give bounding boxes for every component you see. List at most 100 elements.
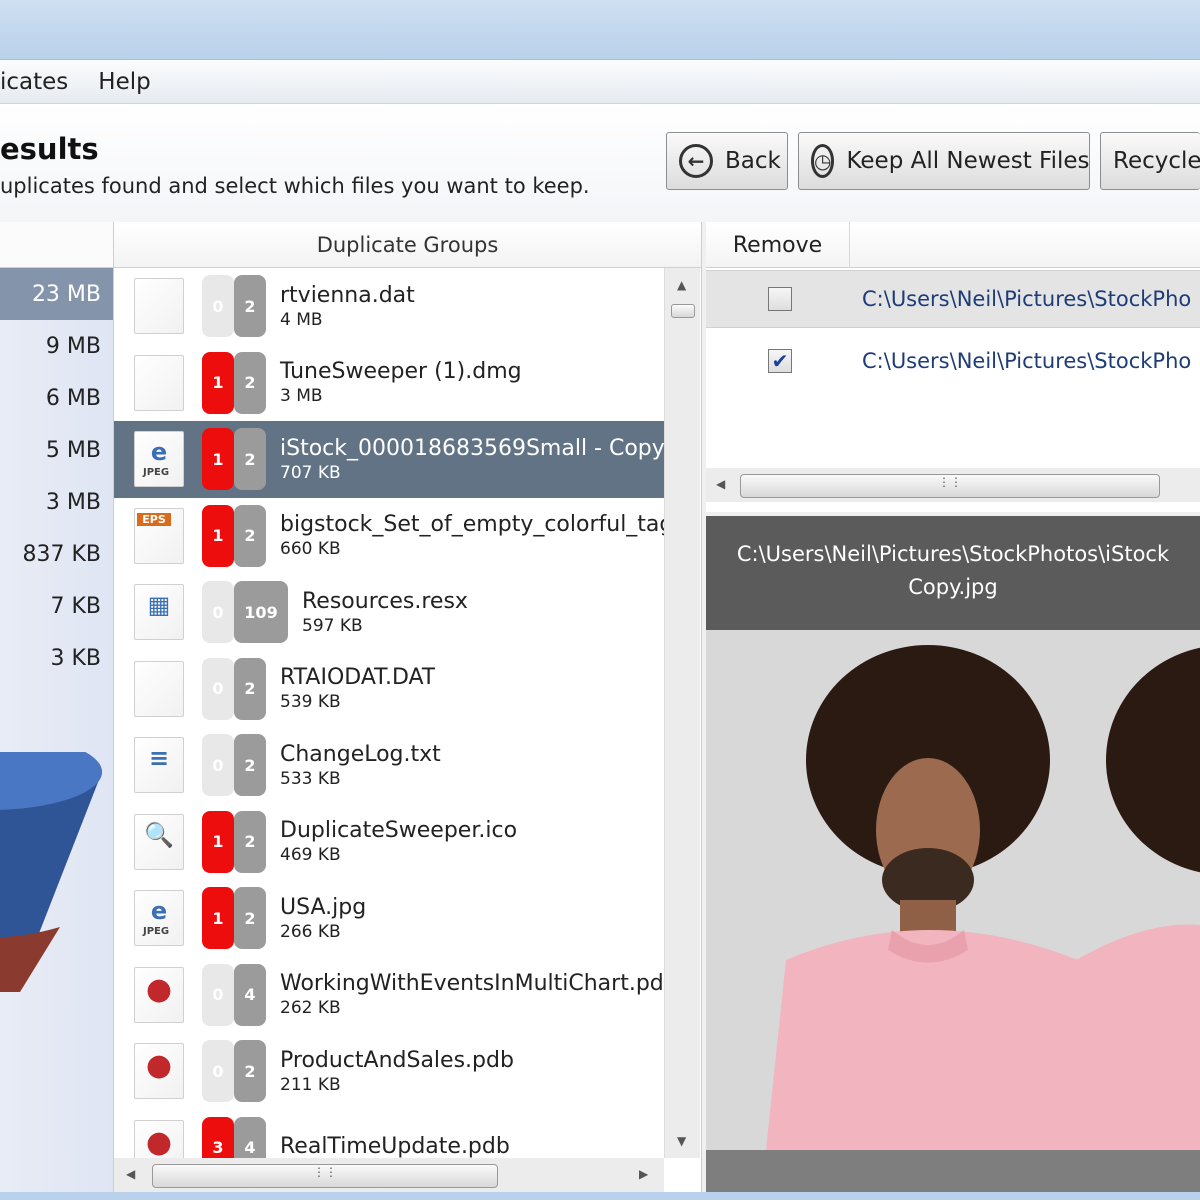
file-size: 660 KB (280, 539, 341, 560)
duplicate-count-badges: 0 109 (202, 581, 288, 644)
remove-count-badge: 1 (202, 810, 234, 873)
file-name: ChangeLog.txt (280, 741, 441, 767)
remove-checkbox[interactable] (768, 287, 792, 311)
file-name: rtvienna.dat (280, 282, 415, 308)
text-file-icon: ≡ (134, 737, 184, 794)
size-panel-header (0, 222, 113, 268)
total-count-badge: 2 (234, 428, 266, 491)
duplicate-group-row[interactable]: ● 0 2 ProductAndSales.pdb 211 KB (114, 1033, 664, 1110)
file-size: 3 MB (280, 386, 323, 407)
size-list: 23 MB 9 MB 6 MB 5 MB 3 MB 837 KB 7 KB 3 KB (0, 268, 113, 684)
duplicate-group-row[interactable]: ≡ 0 2 ChangeLog.txt 533 KB (114, 727, 664, 804)
size-list-item[interactable]: 7 KB (0, 580, 113, 632)
funnel-chart-graphic (0, 752, 102, 992)
scroll-down-icon[interactable]: ▼ (677, 1134, 686, 1148)
preview-title-line1: C:\Users\Neil\Pictures\StockPhotos\iStoc… (736, 542, 1170, 566)
remove-column-header[interactable]: Remove (706, 222, 850, 268)
duplicate-group-row[interactable]: e JPEG 1 2 USA.jpg 266 KB (114, 880, 664, 957)
scroll-up-icon[interactable]: ▲ (677, 278, 686, 292)
file-name: WorkingWithEventsInMultiChart.pdb (280, 971, 664, 997)
file-size: 597 KB (302, 615, 363, 636)
duplicate-group-row[interactable]: EPS 1 2 bigstock_Set_of_empty_colorful_tags… (114, 498, 664, 575)
duplicate-group-row[interactable]: ● 0 4 WorkingWithEventsInMultiChart.pdb 262 … (114, 957, 664, 1034)
recycle-button[interactable]: Recycle (1100, 132, 1200, 190)
menu-item-help[interactable]: Help (98, 69, 150, 95)
file-size: 211 KB (280, 1074, 341, 1095)
duplicate-count-badges: 12 (202, 351, 266, 414)
remove-count-badge: 0 (202, 734, 234, 797)
file-path: C:\Users\Neil\Pictures\StockPho (862, 349, 1192, 373)
duplicate-group-row[interactable]: 0 2 rtvienna.dat 4 MB (114, 268, 664, 345)
duplicate-groups-list: 0 2 rtvienna.dat 4 MB 1 2 TuneSweeper (1).dmg 3… (114, 268, 664, 1158)
duplicate-group-row[interactable]: 0 2 RTAIODAT.DAT 539 KB (114, 651, 664, 728)
groups-horizontal-scrollbar[interactable]: ◀ ⋮⋮ ▶ (114, 1158, 664, 1192)
duplicate-groups-header[interactable]: Duplicate Groups (114, 222, 701, 268)
path-row[interactable]: ✔ C:\Users\Neil\Pictures\StockPho (706, 332, 1200, 390)
preview-footer (706, 1150, 1200, 1192)
groups-scroll-thumb[interactable] (671, 304, 695, 318)
file-name: TuneSweeper (1).dmg (280, 359, 522, 385)
duplicate-group-row[interactable]: 🔍 1 2 DuplicateSweeper.ico 469 KB (114, 804, 664, 881)
remove-count-badge: 1 (202, 504, 234, 567)
total-count-badge: 2 (234, 275, 266, 338)
file-name: RealTimeUpdate.pdb (280, 1134, 510, 1158)
path-row[interactable]: C:\Users\Neil\Pictures\StockPho (706, 270, 1200, 328)
duplicate-count-badges: 02 (202, 1040, 266, 1103)
file-name: iStock_000018683569Small - Copy.jpg (280, 435, 664, 461)
duplicate-count-badges: 02 (202, 275, 266, 338)
scroll-left-icon[interactable]: ◀ (716, 477, 725, 491)
keep-all-newest-button[interactable]: ◷ Keep All Newest Files (798, 132, 1090, 190)
file-name: Resources.resx (302, 588, 468, 614)
duplicate-group-row[interactable]: e JPEG 1 2 iStock_000018683569Small - Copy.j… (114, 421, 664, 498)
total-count-badge: 2 (234, 887, 266, 950)
paths-horizontal-scrollbar[interactable]: ◀ ⋮⋮ (706, 468, 1200, 502)
back-button[interactable]: ← Back (666, 132, 788, 190)
duplicate-group-row[interactable]: ● 3 4 RealTimeUpdate.pdb (114, 1110, 664, 1158)
ico-file-icon: 🔍 (134, 813, 184, 870)
paths-hscroll-thumb[interactable]: ⋮⋮ (740, 474, 1160, 498)
size-list-item[interactable]: 3 MB (0, 476, 113, 528)
remove-count-badge: 0 (202, 275, 234, 338)
preview-title-line2: Copy.jpg (908, 575, 998, 599)
preview-photo (706, 630, 1200, 1150)
duplicate-count-badges: 02 (202, 657, 266, 720)
paths-header: Remove (706, 222, 1200, 268)
results-header: esults uplicates found and select which … (0, 104, 1200, 222)
size-list-item[interactable]: 6 MB (0, 372, 113, 424)
eps-file-icon: EPS (134, 507, 184, 564)
jpeg-file-icon: e JPEG (134, 431, 184, 488)
remove-count-badge: 0 (202, 1040, 234, 1103)
file-size: 262 KB (280, 998, 341, 1019)
scroll-right-icon[interactable]: ▶ (639, 1167, 648, 1181)
remove-count-badge: 0 (202, 581, 234, 644)
file-size: 4 MB (280, 309, 323, 330)
size-list-item[interactable]: 5 MB (0, 424, 113, 476)
file-name: DuplicateSweeper.ico (280, 818, 518, 844)
menu-bar: icates Help (0, 60, 1200, 104)
duplicate-group-row[interactable]: 1 2 TuneSweeper (1).dmg 3 MB (114, 345, 664, 422)
pdb-file-icon: ● (134, 966, 184, 1023)
window-bottom-border (0, 1192, 1200, 1200)
remove-checkbox[interactable]: ✔ (768, 349, 792, 373)
groups-vertical-scrollbar[interactable]: ▲ ▼ (664, 268, 700, 1158)
duplicate-count-badges: 02 (202, 734, 266, 797)
groups-hscroll-thumb[interactable]: ⋮⋮ (152, 1164, 498, 1188)
duplicate-count-badges: 34 (202, 1116, 266, 1158)
size-list-item[interactable]: 837 KB (0, 528, 113, 580)
duplicate-count-badges: 12 (202, 504, 266, 567)
blank-file-icon (134, 354, 184, 411)
scroll-left-icon[interactable]: ◀ (126, 1167, 135, 1181)
total-count-badge: 2 (234, 810, 266, 873)
remove-count-badge: 1 (202, 351, 234, 414)
size-list-item[interactable]: 23 MB (0, 268, 113, 320)
duplicate-count-badges: 12 (202, 887, 266, 950)
size-list-item[interactable]: 3 KB (0, 632, 113, 684)
image-preview-panel: C:\Users\Neil\Pictures\StockPhotos\iStoc… (706, 516, 1200, 1192)
total-count-badge: 4 (234, 963, 266, 1026)
menu-item-duplicates[interactable]: icates (0, 69, 68, 95)
total-count-badge: 2 (234, 734, 266, 797)
preview-title: C:\Users\Neil\Pictures\StockPhotos\iStoc… (706, 516, 1200, 630)
file-path: C:\Users\Neil\Pictures\StockPho (862, 287, 1192, 311)
size-list-item[interactable]: 9 MB (0, 320, 113, 372)
duplicate-group-row[interactable]: ▦ 0 109 Resources.resx 597 KB (114, 574, 664, 651)
